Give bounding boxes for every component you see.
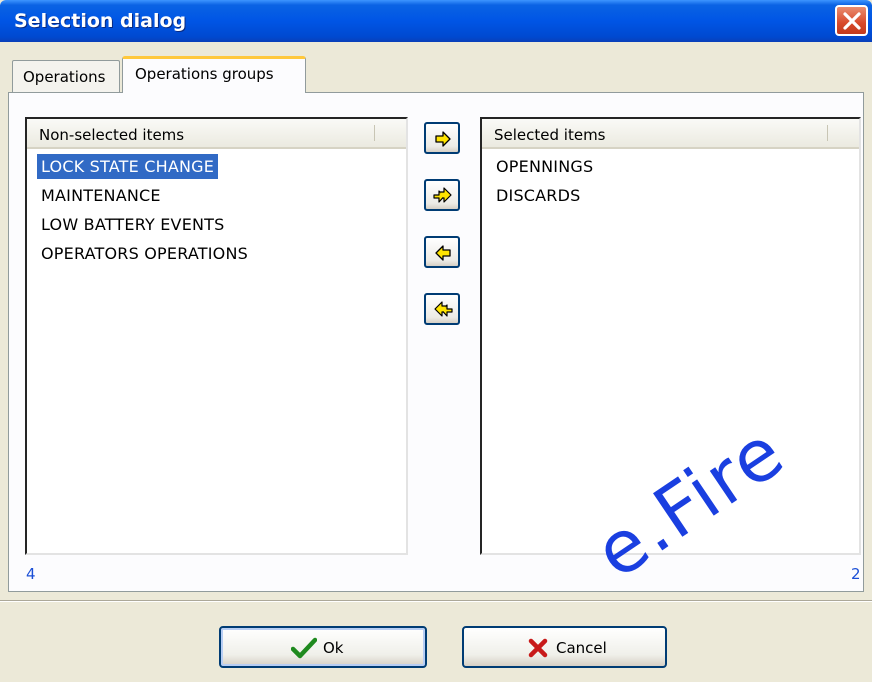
tab-operations[interactable]: Operations [12,60,120,92]
selected-count: 2 [851,565,861,583]
cancel-button-label: Cancel [556,639,607,657]
move-all-left-button[interactable] [424,293,460,325]
cross-icon [528,638,548,658]
ok-button-label: Ok [323,639,344,657]
tab-operations-groups-label: Operations groups [135,65,274,83]
window-title: Selection dialog [14,10,187,32]
selection-dialog-window: Selection dialog Operations Operations g… [0,0,872,682]
non-selected-count: 4 [26,565,36,583]
list-item[interactable]: OPERATORS OPERATIONS [27,239,406,268]
selected-items-header-label: Selected items [494,126,606,144]
cancel-button[interactable]: Cancel [462,626,667,668]
arrow-right-icon [435,131,451,147]
close-icon [843,12,861,30]
double-arrow-right-icon [433,187,452,203]
divider [0,600,872,602]
tab-operations-groups[interactable]: Operations groups [122,56,306,93]
non-selected-items-header-label: Non-selected items [39,126,185,144]
title-bar[interactable]: Selection dialog [0,0,872,42]
move-left-button[interactable] [424,236,460,268]
close-button[interactable] [835,5,868,36]
list-item[interactable]: OPENNINGS [482,152,859,181]
selected-items-list[interactable]: Selected items OPENNINGS DISCARDS [480,117,861,555]
list-item[interactable]: LOCK STATE CHANGE [27,152,406,181]
non-selected-items-header[interactable]: Non-selected items [27,119,406,149]
tab-operations-label: Operations [23,68,106,86]
list-item[interactable]: MAINTENANCE [27,181,406,210]
move-right-button[interactable] [424,122,460,154]
column-separator[interactable] [374,125,375,141]
double-arrow-left-icon [434,301,453,317]
non-selected-items-list[interactable]: Non-selected items LOCK STATE CHANGE MAI… [25,117,408,555]
list-item[interactable]: DISCARDS [482,181,859,210]
list-item[interactable]: LOW BATTERY EVENTS [27,210,406,239]
selected-items-header[interactable]: Selected items [482,119,859,149]
arrow-left-icon [435,245,451,261]
ok-button[interactable]: Ok [219,626,427,668]
move-all-right-button[interactable] [424,179,460,211]
checkmark-icon [291,637,317,659]
column-separator[interactable] [827,125,828,141]
